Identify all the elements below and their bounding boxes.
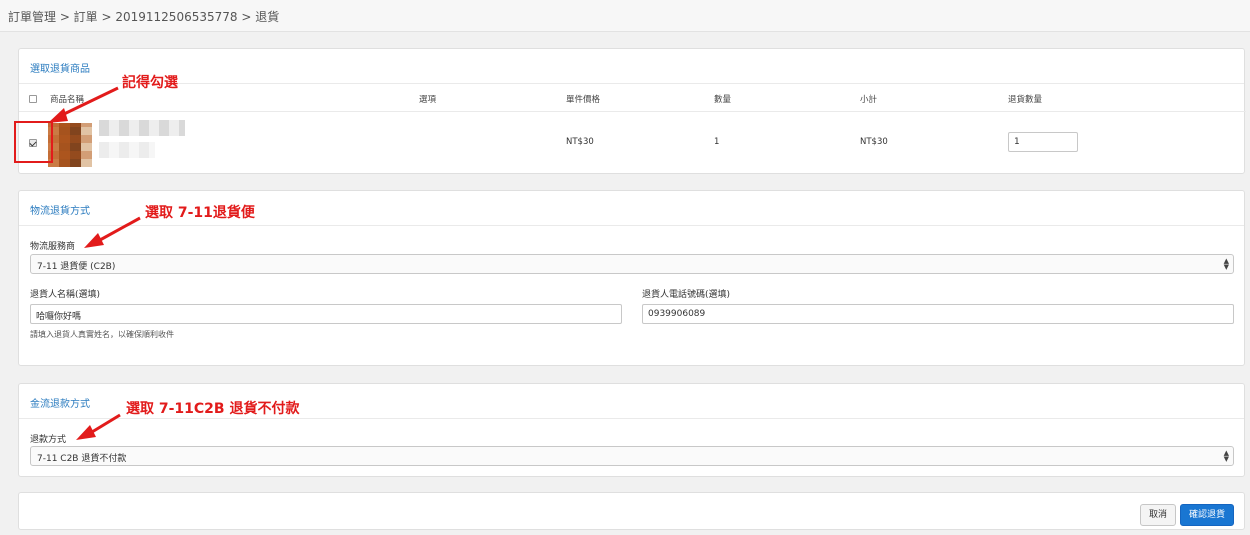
returner-name-input[interactable]: 哈囉你好嗎 [30, 304, 622, 324]
header-subtotal: 小計 [860, 95, 878, 105]
product-subtotal: NT$30 [860, 137, 888, 147]
product-name-blurred-line2 [99, 142, 155, 158]
refund-method-value: 7-11 C2B 退貨不付款 [37, 454, 127, 464]
returner-phone-input[interactable]: 0939906089 [642, 304, 1234, 324]
return-quantity-input[interactable]: 1 [1008, 132, 1078, 152]
refund-method-select[interactable]: 7-11 C2B 退貨不付款 ▲ ▼ [30, 446, 1234, 466]
logistics-provider-select[interactable]: 7-11 退貨便 (C2B) ▲ ▼ [30, 254, 1234, 274]
header-return-quantity: 退貨數量 [1008, 95, 1043, 105]
header-quantity: 數量 [714, 95, 732, 105]
returner-name-help: 請填入退貨人真實姓名，以確保順利收件 [30, 330, 174, 339]
product-thumbnail [48, 123, 92, 167]
annotation-arrow-3 [76, 413, 121, 440]
header-options: 選項 [419, 95, 437, 105]
breadcrumb-text: 訂單管理 > 訂單 > 2019112506535778 > 退貨 [8, 10, 280, 24]
header-product-name: 商品名稱 [50, 95, 85, 105]
product-unit-price: NT$30 [566, 137, 594, 147]
header-unit-price: 單件價格 [566, 95, 601, 105]
annotation-select-711: 選取 7-11退貨便 [145, 205, 255, 221]
return-products-panel: 選取退貨商品 商品名稱 選項 單件價格 數量 小計 退貨數量 NT$30 1 N… [18, 48, 1246, 174]
panel-title-return-products: 選取退貨商品 [19, 49, 1244, 84]
confirm-return-button[interactable]: 確認退貨 [1180, 504, 1234, 526]
product-quantity: 1 [714, 137, 720, 147]
actions-panel: 取消 確認退貨 [18, 492, 1245, 530]
checkbox-highlight-box [14, 121, 53, 163]
logistics-provider-label: 物流服務商 [30, 242, 76, 252]
annotation-select-c2b: 選取 7-11C2B 退貨不付款 [126, 401, 300, 417]
header-divider [19, 111, 1246, 112]
refund-method-label: 退款方式 [30, 435, 67, 445]
annotation-remember-check: 記得勾選 [122, 75, 178, 91]
returner-name-label: 退貨人名稱(選填) [30, 290, 101, 300]
product-name-blurred [99, 120, 185, 136]
logistics-provider-value: 7-11 退貨便 (C2B) [37, 262, 116, 272]
cancel-button[interactable]: 取消 [1140, 504, 1176, 526]
select-arrows-icon: ▲ ▼ [1223, 449, 1229, 463]
select-arrows-icon: ▲ ▼ [1223, 257, 1229, 271]
select-all-checkbox[interactable] [29, 95, 37, 103]
breadcrumb: 訂單管理 > 訂單 > 2019112506535778 > 退貨 [0, 0, 1250, 32]
returner-phone-label: 退貨人電話號碼(選填) [642, 290, 731, 300]
